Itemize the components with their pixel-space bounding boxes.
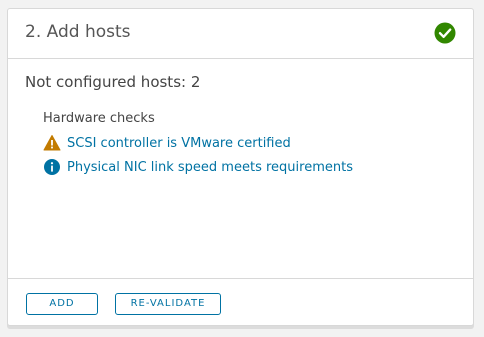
warning-icon bbox=[43, 135, 61, 151]
check-circle-icon bbox=[434, 22, 456, 44]
card-footer: ADD RE-VALIDATE bbox=[8, 278, 473, 325]
add-hosts-card: 2. Add hosts Not configured hosts: 2 Har… bbox=[7, 8, 474, 326]
add-button[interactable]: ADD bbox=[26, 293, 98, 315]
revalidate-button[interactable]: RE-VALIDATE bbox=[115, 293, 221, 315]
hardware-check-item-nic[interactable]: Physical NIC link speed meets requiremen… bbox=[43, 157, 353, 177]
hardware-checks-title: Hardware checks bbox=[43, 111, 155, 126]
info-icon bbox=[44, 159, 60, 175]
hardware-check-label[interactable]: Physical NIC link speed meets requiremen… bbox=[67, 160, 353, 175]
not-configured-hosts-summary: Not configured hosts: 2 bbox=[25, 73, 201, 91]
card-header: 2. Add hosts bbox=[8, 9, 473, 59]
hardware-check-label[interactable]: SCSI controller is VMware certified bbox=[67, 136, 291, 151]
hardware-check-item-scsi[interactable]: SCSI controller is VMware certified bbox=[43, 133, 291, 153]
card-title: 2. Add hosts bbox=[25, 22, 131, 42]
